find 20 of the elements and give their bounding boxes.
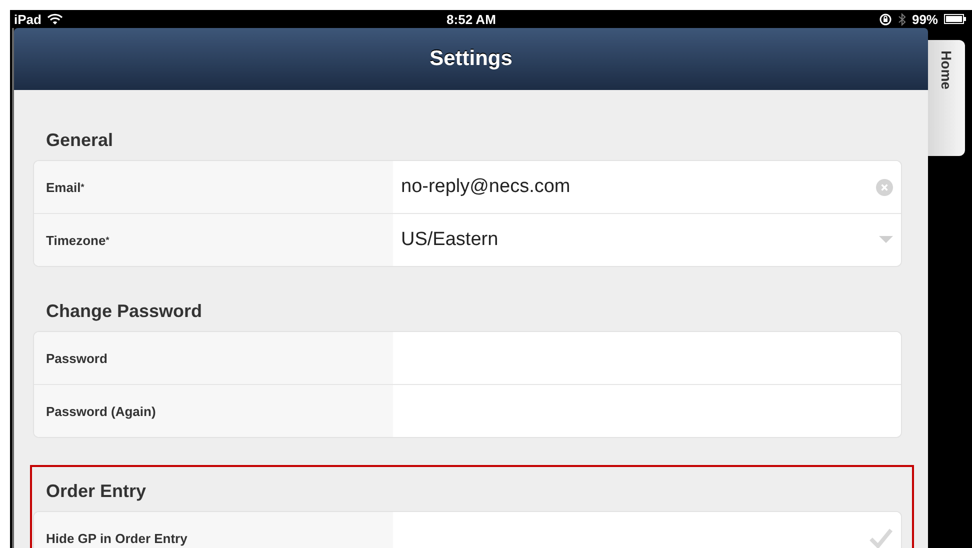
battery-percentage: 99% — [912, 12, 938, 26]
clear-icon[interactable] — [876, 178, 893, 196]
battery-icon — [944, 14, 966, 24]
field-label: Password — [34, 332, 393, 384]
field-label: Hide GP in Order Entry — [34, 512, 393, 548]
field-label: Password (Again) — [34, 385, 393, 437]
dropdown-caret-icon — [879, 236, 893, 244]
rotation-lock-icon — [878, 12, 892, 26]
wifi-icon — [47, 13, 64, 25]
section-heading: General — [45, 130, 114, 152]
checkmark-icon[interactable] — [869, 528, 893, 548]
page-title: Settings — [430, 47, 512, 71]
clock-time: 8:52 AM — [446, 12, 496, 26]
section-heading: Order Entry — [45, 481, 148, 503]
home-tab[interactable]: Home — [928, 40, 965, 156]
bluetooth-icon — [898, 12, 906, 26]
field-label: Timezone$^{*}$ — [34, 214, 393, 266]
device-name: iPad — [14, 12, 42, 26]
section-heading: Change Password — [45, 301, 204, 323]
field-label: Email$^{*}$ — [34, 161, 393, 213]
